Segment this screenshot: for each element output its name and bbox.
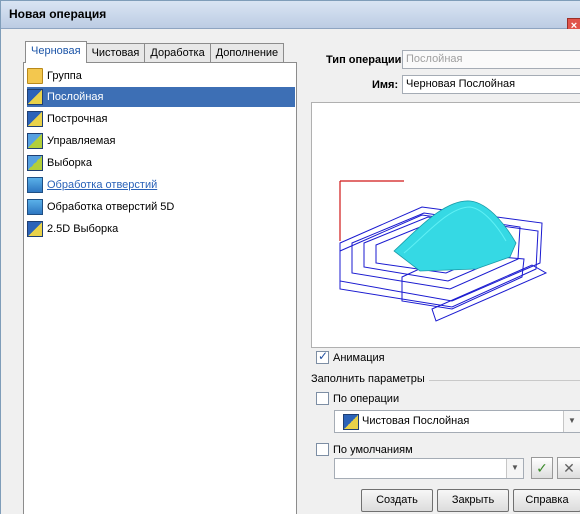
list-item-label: Построчная (47, 113, 108, 125)
layer-operation-icon (27, 89, 43, 105)
list-item-label: Обработка отверстий (47, 179, 158, 191)
by-default-checkbox[interactable]: По умолчаниям (316, 443, 413, 456)
name-field[interactable]: Черновая Послойная (402, 75, 580, 94)
animation-checkbox-box[interactable] (316, 349, 329, 364)
tab-finish[interactable]: Чистовая (85, 43, 146, 63)
create-button[interactable]: Создать (361, 489, 433, 512)
list-item-label: Обработка отверстий 5D (47, 201, 175, 213)
title-bar[interactable]: Новая операция (1, 1, 580, 29)
list-item-guided[interactable]: Управляемая (27, 131, 295, 151)
by-default-checkbox-box[interactable] (316, 443, 329, 456)
list-item-label: Выборка (47, 157, 92, 169)
by-operation-label: По операции (333, 392, 400, 405)
tab-rough[interactable]: Черновая (25, 41, 87, 63)
chevron-down-icon[interactable]: ▼ (506, 459, 523, 478)
operation-list[interactable]: Группа Послойная Построчная Управляемая … (23, 62, 297, 514)
dialog-window: Новая операция × Черновая Чистовая Дораб… (0, 0, 580, 514)
list-item-line[interactable]: Построчная (27, 109, 295, 129)
operation-select[interactable]: Чистовая Послойная ▼ (334, 410, 580, 433)
list-item-layer[interactable]: Послойная (27, 87, 295, 107)
operation-type-field: Послойная (402, 50, 580, 69)
list-item-label: Послойная (47, 91, 104, 103)
by-operation-checkbox[interactable]: По операции (316, 392, 399, 405)
list-item-label: Группа (47, 70, 82, 82)
folder-icon (27, 68, 43, 84)
apply-defaults-button[interactable]: ✓ (531, 457, 553, 479)
by-default-label: По умолчаниям (333, 443, 413, 456)
toolpath-preview-graphic (339, 180, 548, 322)
list-item-pocket-2-5d[interactable]: 2.5D Выборка (27, 219, 295, 239)
operation-tabs: Черновая Чистовая Доработка Дополнение (25, 41, 285, 63)
guided-operation-icon (27, 133, 43, 149)
pocket-2-5d-icon (27, 221, 43, 237)
toolpath-preview (311, 102, 580, 348)
list-item-drilling[interactable]: Обработка отверстий (27, 175, 295, 195)
close-button[interactable]: Закрыть (437, 489, 509, 512)
default-select[interactable]: ▼ (334, 458, 524, 479)
tab-rework[interactable]: Доработка (144, 43, 211, 63)
fill-params-title: Заполнить параметры (311, 373, 429, 385)
pocket-operation-icon (27, 155, 43, 171)
animation-label: Анимация (333, 351, 385, 364)
delete-icon: ✕ (563, 460, 575, 476)
animation-checkbox[interactable]: Анимация (316, 349, 385, 364)
window-title: Новая операция (9, 7, 107, 21)
operation-select-value: Чистовая Послойная (362, 415, 470, 427)
drilling-icon (27, 177, 43, 193)
by-operation-checkbox-box[interactable] (316, 392, 329, 405)
list-item-group[interactable]: Группа (27, 66, 295, 86)
list-item-drilling-5d[interactable]: Обработка отверстий 5D (27, 197, 295, 217)
line-operation-icon (27, 111, 43, 127)
dialog-body: Черновая Чистовая Доработка Дополнение Г… (1, 29, 580, 514)
drilling-5d-icon (27, 199, 43, 215)
list-item-pocket[interactable]: Выборка (27, 153, 295, 173)
layer-operation-icon (343, 414, 359, 430)
operation-type-label: Тип операции: (326, 54, 406, 66)
delete-defaults-button[interactable]: ✕ (557, 457, 580, 479)
chevron-down-icon[interactable]: ▼ (563, 411, 580, 432)
checkmark-icon: ✓ (536, 460, 548, 476)
list-item-label: Управляемая (47, 135, 116, 147)
name-label: Имя: (372, 79, 399, 91)
help-button[interactable]: Справка (513, 489, 580, 512)
list-item-label: 2.5D Выборка (47, 223, 119, 235)
tab-additional[interactable]: Дополнение (209, 43, 285, 63)
